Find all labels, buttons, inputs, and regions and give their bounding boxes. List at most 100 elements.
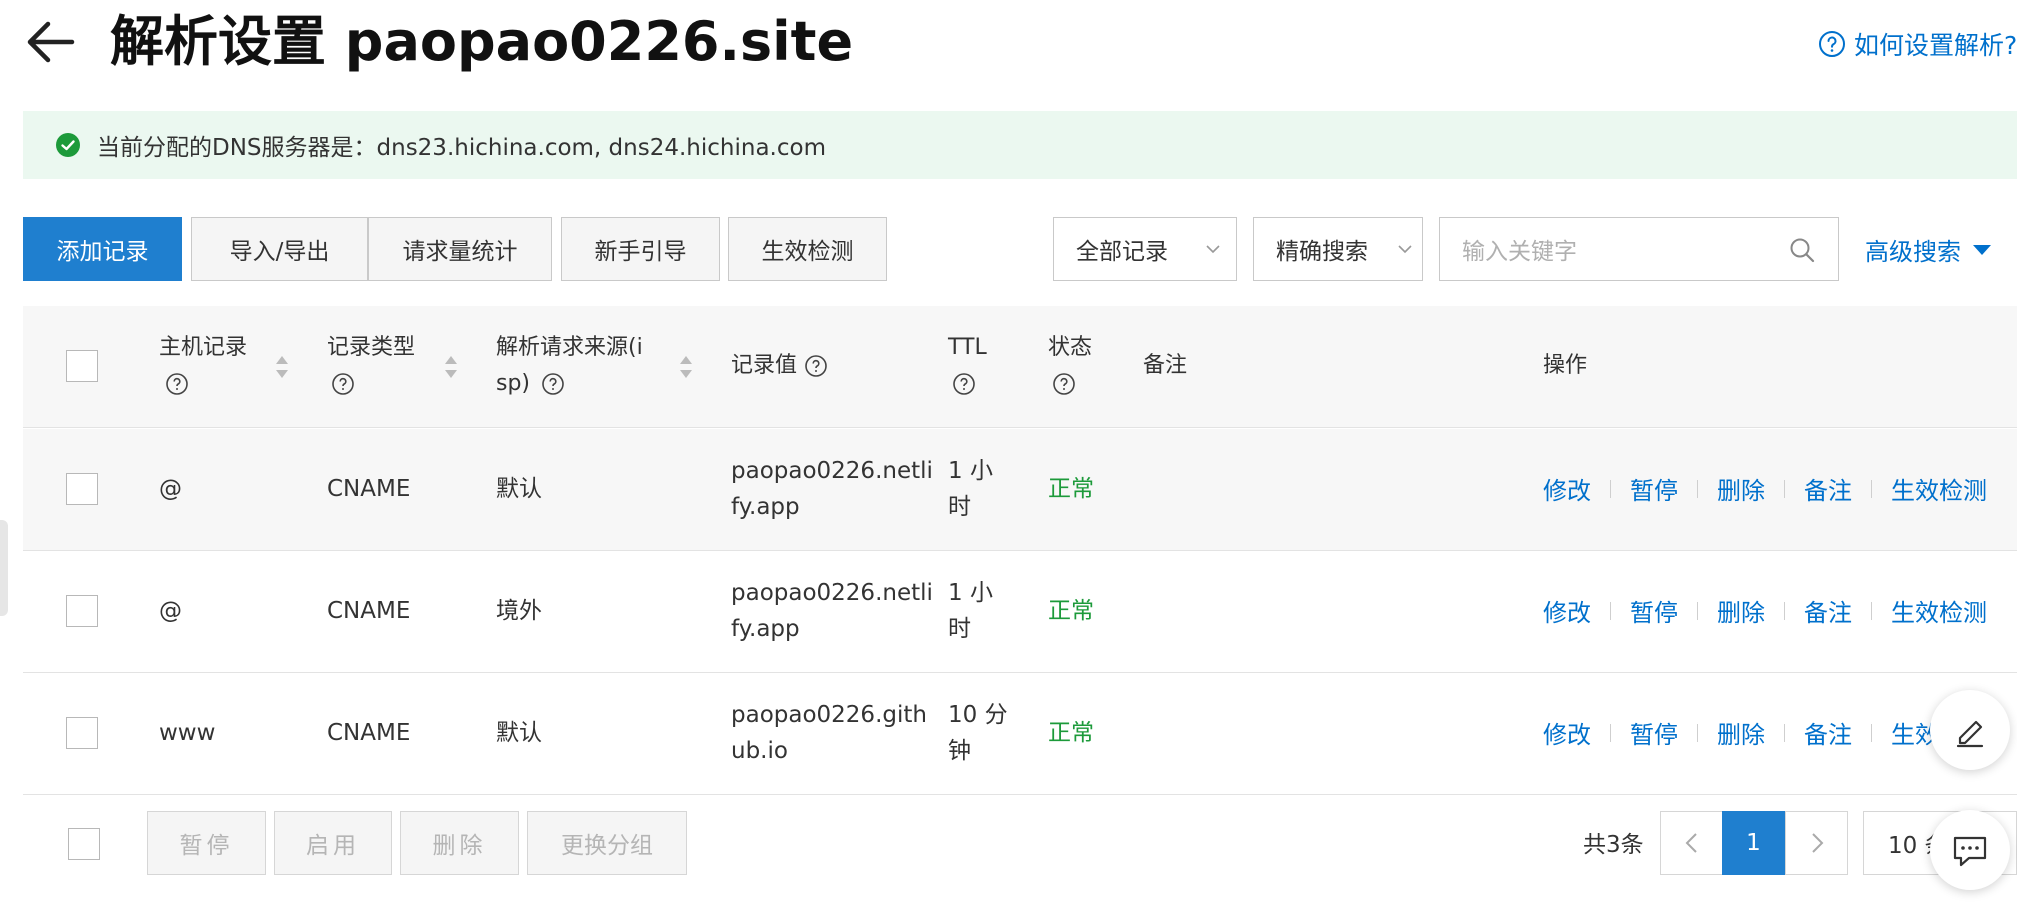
help-link[interactable]: 如何设置解析? [1818,26,2017,62]
column-header-host: 主机记录 [159,330,247,402]
record-filter-value: 全部记录 [1076,239,1168,265]
divider [1610,479,1611,498]
pause-link[interactable]: 暂停 [1630,593,1678,628]
ttl-line: 时 [948,494,971,520]
modify-link[interactable]: 修改 [1543,471,1591,506]
remark-link[interactable]: 备注 [1804,715,1852,750]
table-row: www CNAME 默认 paopao0226.gith ub.io 10 分 … [23,673,2017,795]
pause-link[interactable]: 暂停 [1630,471,1678,506]
help-link-label: 如何设置解析? [1854,31,2017,60]
remark-link[interactable]: 备注 [1804,593,1852,628]
request-stats-button[interactable]: 请求量统计 [368,217,552,281]
column-header-value: 记录值 [731,348,828,384]
dns-server-banner: 当前分配的DNS服务器是：dns23.hichina.com, dns24.hi… [23,111,2017,179]
divider [1697,601,1698,620]
sort-icon[interactable] [678,354,694,380]
type-cell: CNAME [327,476,411,502]
sort-icon[interactable] [274,354,290,380]
effect-check-link[interactable]: 生效检测 [1891,593,1987,628]
import-export-button[interactable]: 导入/导出 [191,217,368,281]
chat-support-button[interactable] [1930,810,2010,890]
record-filter-select[interactable]: 全部记录 [1053,217,1237,281]
effect-check-link[interactable]: 生效检测 [1891,471,1987,506]
next-page-button[interactable] [1785,811,1848,875]
bulk-delete-button[interactable]: 删除 [400,811,519,875]
host-cell: www [159,720,216,746]
total-count: 共3条 [1583,832,1644,858]
chat-icon [1953,836,1987,867]
column-header-status: 状态 [1048,330,1092,402]
page-1-button[interactable]: 1 [1722,811,1785,875]
question-icon[interactable] [952,372,976,396]
delete-link[interactable]: 删除 [1717,471,1765,506]
chevron-left-icon [1685,833,1697,853]
row-actions: 修改 暂停 删除 备注 生效检测 [1543,471,1987,506]
column-isp-label-line2: sp) [496,371,531,396]
question-icon[interactable] [1052,372,1076,396]
value-line: fy.app [731,494,800,520]
page-title: 解析设置 paopao0226.site [110,10,854,73]
guide-button[interactable]: 新手引导 [561,217,720,281]
ttl-line: 1 小 [948,458,993,484]
divider [1610,601,1611,620]
question-icon[interactable] [165,372,189,396]
value-cell: paopao0226.netli fy.app [731,453,933,525]
search-icon[interactable] [1788,236,1816,264]
bulk-enable-button[interactable]: 启用 [274,811,392,875]
add-record-button[interactable]: 添加记录 [23,217,182,281]
isp-cell: 默认 [496,720,542,746]
modify-link[interactable]: 修改 [1543,593,1591,628]
column-ttl-label: TTL [948,335,987,360]
bulk-pause-button[interactable]: 暂停 [147,811,266,875]
status-cell: 正常 [1048,598,1094,624]
row-checkbox[interactable] [66,717,98,749]
select-all-checkbox[interactable] [66,350,98,382]
isp-cell: 默认 [496,476,542,502]
value-line: fy.app [731,616,800,642]
footer-select-all-checkbox[interactable] [68,828,100,860]
host-cell: @ [159,476,182,502]
row-checkbox[interactable] [66,473,98,505]
ttl-line: 钟 [948,738,971,764]
divider [1697,479,1698,498]
delete-link[interactable]: 删除 [1717,593,1765,628]
column-status-label: 状态 [1048,335,1093,360]
delete-link[interactable]: 删除 [1717,715,1765,750]
value-line: ub.io [731,738,788,764]
chevron-down-icon [1398,245,1412,254]
column-host-label: 主机记录 [159,335,248,360]
column-isp-label-line1: 解析请求来源(i [496,335,643,360]
back-arrow-icon[interactable] [22,14,78,70]
column-type-label: 记录类型 [327,335,416,360]
ttl-cell: 10 分 钟 [948,697,1008,769]
value-cell: paopao0226.netli fy.app [731,575,933,647]
column-header-type: 记录类型 [327,330,415,402]
feedback-edit-button[interactable] [1930,690,2010,770]
search-mode-value: 精确搜索 [1276,239,1368,265]
remark-link[interactable]: 备注 [1804,471,1852,506]
change-group-button[interactable]: 更换分组 [527,811,687,875]
divider [1784,723,1785,742]
row-actions: 修改 暂停 删除 备注 生效检测 [1543,715,1987,750]
column-header-ops: 操作 [1543,353,1588,378]
search-mode-select[interactable]: 精确搜索 [1253,217,1423,281]
chevron-down-icon [1206,245,1220,254]
row-checkbox[interactable] [66,595,98,627]
caret-down-icon [1973,244,1991,255]
column-header-isp: 解析请求来源(i sp) [496,330,643,402]
keyword-search-input[interactable]: 输入关键字 [1439,217,1839,281]
question-icon[interactable] [541,372,565,396]
advanced-search-link[interactable]: 高级搜索 [1865,232,1991,267]
divider [1871,479,1872,498]
divider [1610,723,1611,742]
sort-icon[interactable] [443,354,459,380]
modify-link[interactable]: 修改 [1543,715,1591,750]
effect-check-button[interactable]: 生效检测 [728,217,887,281]
question-icon[interactable] [331,372,355,396]
host-cell: @ [159,598,182,624]
prev-page-button[interactable] [1660,811,1723,875]
table-row: @ CNAME 境外 paopao0226.netli fy.app 1 小 时… [23,551,2017,673]
side-collapse-tab[interactable] [0,520,8,616]
question-icon[interactable] [804,354,828,378]
pause-link[interactable]: 暂停 [1630,715,1678,750]
